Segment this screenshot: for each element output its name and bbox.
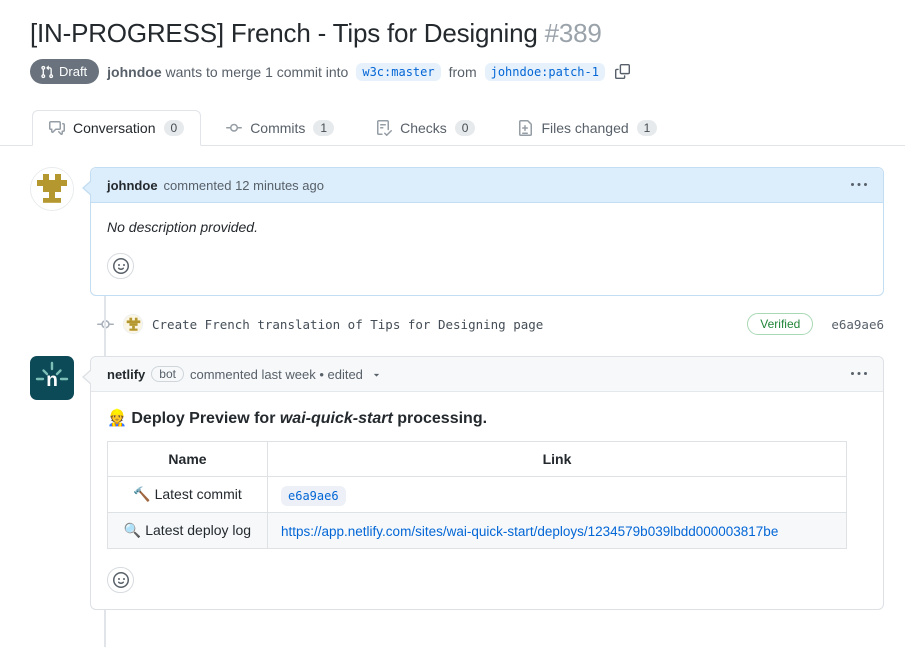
git-commit-icon [226, 120, 242, 136]
tab-checks-count: 0 [455, 120, 476, 136]
page-title: [IN-PROGRESS] French - Tips for Designin… [30, 18, 875, 49]
table-row: 🔍 Latest deploy log https://app.netlify.… [108, 513, 847, 549]
comment-body: 👷 Deploy Preview for wai-quick-start pro… [91, 392, 883, 609]
comment-body: No description provided. [91, 203, 883, 295]
commit-sha-link[interactable]: e6a9ae6 [831, 317, 884, 332]
comment-netlify: n netlify bot commented last week • edit… [90, 356, 884, 610]
commit-author-avatar[interactable] [123, 314, 143, 334]
comment-box: netlify bot commented last week • edited… [90, 356, 884, 610]
netlify-logo: n [30, 356, 74, 400]
comment-header: netlify bot commented last week • edited [91, 357, 883, 392]
comment-timestamp[interactable]: commented last week • edited [190, 367, 363, 382]
pr-tab-bar: Conversation 0 Commits 1 Checks 0 Files … [0, 110, 905, 146]
heading-text: Deploy Preview for [127, 410, 280, 427]
smiley-icon [113, 258, 129, 274]
comment-options-button[interactable] [851, 177, 867, 193]
commit-sha-chip-link[interactable]: e6a9ae6 [281, 486, 346, 506]
tab-commits-count: 1 [313, 120, 334, 136]
commit-message-link[interactable]: Create French translation of Tips for De… [152, 317, 543, 332]
smiley-icon [113, 572, 129, 588]
comment-header: johndoe commented 12 minutes ago [91, 168, 883, 203]
latest-deploy-log-label: Latest deploy log [141, 522, 251, 538]
comment-discussion-icon [49, 120, 65, 136]
tab-files-changed[interactable]: Files changed 1 [500, 110, 674, 146]
comment-caret-fill [84, 180, 93, 196]
comment-johndoe: johndoe commented 12 minutes ago No desc… [90, 167, 884, 296]
deploy-log-link[interactable]: https://app.netlify.com/sites/wai-quick-… [281, 524, 778, 539]
magnifier-icon: 🔍 [124, 522, 141, 538]
comment-author-link[interactable]: netlify [107, 367, 145, 382]
tab-conversation-count: 0 [164, 120, 185, 136]
table-header-row: Name Link [108, 442, 847, 477]
comment-caret-fill [84, 369, 93, 385]
tab-commits-label: Commits [250, 120, 305, 136]
deploy-preview-heading: 👷 Deploy Preview for wai-quick-start pro… [107, 408, 867, 428]
no-description-text: No description provided. [107, 219, 867, 235]
tab-checks-label: Checks [400, 120, 447, 136]
draft-label: Draft [59, 64, 87, 79]
site-name: wai-quick-start [280, 410, 393, 427]
kebab-horizontal-icon [851, 366, 867, 382]
comment-box: johndoe commented 12 minutes ago No desc… [90, 167, 884, 296]
tab-checks[interactable]: Checks 0 [359, 110, 492, 146]
avatar[interactable] [30, 167, 74, 211]
latest-commit-cell: 🔨 Latest commit [108, 477, 268, 513]
link-column-header: Link [268, 442, 847, 477]
deploy-info-table: Name Link 🔨 Latest commit e6a9ae6 🔍 Late… [107, 441, 847, 549]
johndoe-identicon [30, 167, 74, 211]
name-column-header: Name [108, 442, 268, 477]
svg-text:n: n [46, 370, 58, 391]
tab-conversation[interactable]: Conversation 0 [32, 110, 201, 146]
bot-badge: bot [151, 366, 184, 382]
commit-meta: Verified e6a9ae6 [747, 313, 884, 335]
from-text: from [449, 64, 477, 80]
avatar[interactable]: n [30, 356, 74, 400]
file-diff-icon [517, 120, 533, 136]
tab-files-changed-count: 1 [637, 120, 658, 136]
latest-commit-link-cell: e6a9ae6 [268, 477, 847, 513]
pr-meta-row: Draft johndoe wants to merge 1 commit in… [30, 59, 905, 84]
tab-commits[interactable]: Commits 1 [209, 110, 351, 146]
copy-branch-button[interactable] [615, 64, 630, 79]
deploy-log-link-cell: https://app.netlify.com/sites/wai-quick-… [268, 513, 847, 549]
verified-badge[interactable]: Verified [747, 313, 813, 335]
kebab-horizontal-icon [851, 177, 867, 193]
add-reaction-button[interactable] [107, 253, 134, 279]
pr-action-text: wants to merge 1 commit into [166, 64, 349, 80]
base-branch-label[interactable]: w3c:master [356, 63, 440, 81]
draft-status-badge: Draft [30, 59, 99, 84]
tab-conversation-label: Conversation [73, 120, 156, 136]
pull-request-page: [IN-PROGRESS] French - Tips for Designin… [0, 18, 905, 647]
comment-options-button[interactable] [851, 366, 867, 382]
pr-number: #389 [545, 18, 602, 48]
copy-icon [615, 64, 630, 79]
git-pull-request-icon [40, 65, 54, 79]
hammer-icon: 🔨 [133, 486, 150, 502]
heading-text-end: processing. [393, 410, 487, 427]
commit-timeline-item: Create French translation of Tips for De… [97, 313, 884, 335]
head-branch-label[interactable]: johndoe:patch-1 [485, 63, 605, 81]
checklist-icon [376, 120, 392, 136]
latest-deploy-log-cell: 🔍 Latest deploy log [108, 513, 268, 549]
tab-files-changed-label: Files changed [541, 120, 628, 136]
pr-title-text: [IN-PROGRESS] French - Tips for Designin… [30, 18, 538, 48]
pr-author-link[interactable]: johndoe [107, 64, 161, 80]
chevron-down-icon[interactable] [371, 369, 382, 380]
add-reaction-button[interactable] [107, 567, 134, 593]
table-row: 🔨 Latest commit e6a9ae6 [108, 477, 847, 513]
comment-author-link[interactable]: johndoe [107, 178, 158, 193]
worker-emoji: 👷 [107, 410, 127, 427]
latest-commit-label: Latest commit [151, 486, 242, 502]
pr-meta-sentence: johndoe wants to merge 1 commit into [107, 64, 348, 80]
comment-timestamp[interactable]: commented 12 minutes ago [164, 178, 324, 193]
